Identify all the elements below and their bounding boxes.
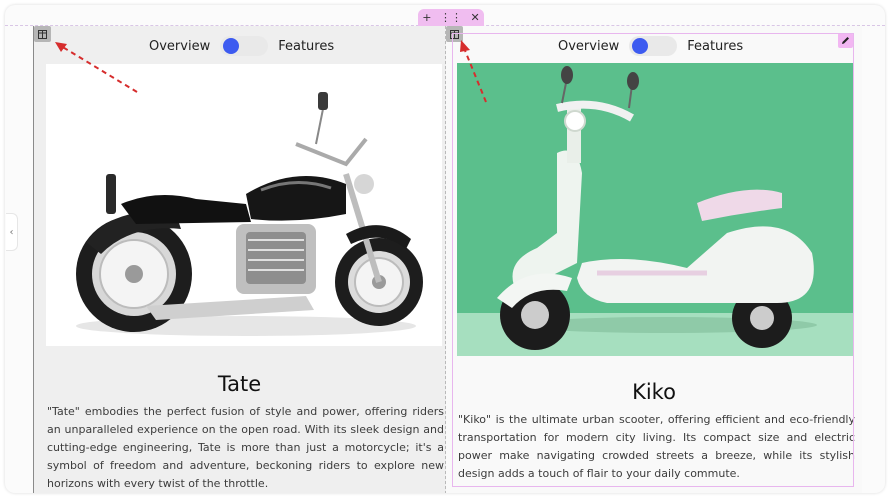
add-icon[interactable]: + — [422, 12, 431, 23]
toggle-knob[interactable] — [223, 38, 240, 54]
chevron-left-icon: ‹ — [9, 226, 14, 238]
product-card-kiko[interactable]: Overview Features Kiko "Kiko" is the ult… — [446, 26, 862, 493]
product-title: Kiko — [632, 380, 676, 404]
pencil-icon — [842, 37, 849, 44]
column-layout-icon — [38, 29, 47, 39]
motorcycle-image — [46, 64, 442, 346]
editor-canvas: + ⋮⋮ ✕ ‹ Overview Features Tate "Tate" e… — [5, 5, 885, 493]
annotation-arrow — [460, 40, 487, 103]
toggle-label-overview[interactable]: Overview — [149, 39, 210, 54]
toggle-label-features[interactable]: Features — [278, 39, 334, 54]
product-title: Tate — [217, 372, 262, 396]
close-icon[interactable]: ✕ — [471, 12, 480, 23]
overview-features-switch[interactable]: Overview Features — [149, 36, 334, 56]
scooter-image — [457, 63, 854, 356]
toggle-switch[interactable] — [220, 36, 269, 56]
collapse-panel-handle[interactable]: ‹ — [6, 213, 18, 251]
product-description: "Kiko" is the ultimate urban scooter, of… — [458, 413, 855, 480]
toggle-label-overview[interactable]: Overview — [558, 39, 619, 54]
edit-widget-button[interactable] — [838, 33, 853, 48]
overview-features-switch[interactable]: Overview Features — [558, 36, 743, 56]
toggle-label-features[interactable]: Features — [687, 39, 743, 54]
column-handle[interactable] — [34, 26, 51, 42]
toggle-knob[interactable] — [632, 38, 649, 54]
annotation-arrow — [55, 42, 138, 93]
drag-handle-icon[interactable]: ⋮⋮ — [440, 12, 462, 23]
container-toolbar[interactable]: + ⋮⋮ ✕ — [418, 9, 484, 26]
toggle-switch[interactable] — [629, 36, 678, 56]
product-description: "Tate" embodies the perfect fusion of st… — [47, 405, 444, 490]
